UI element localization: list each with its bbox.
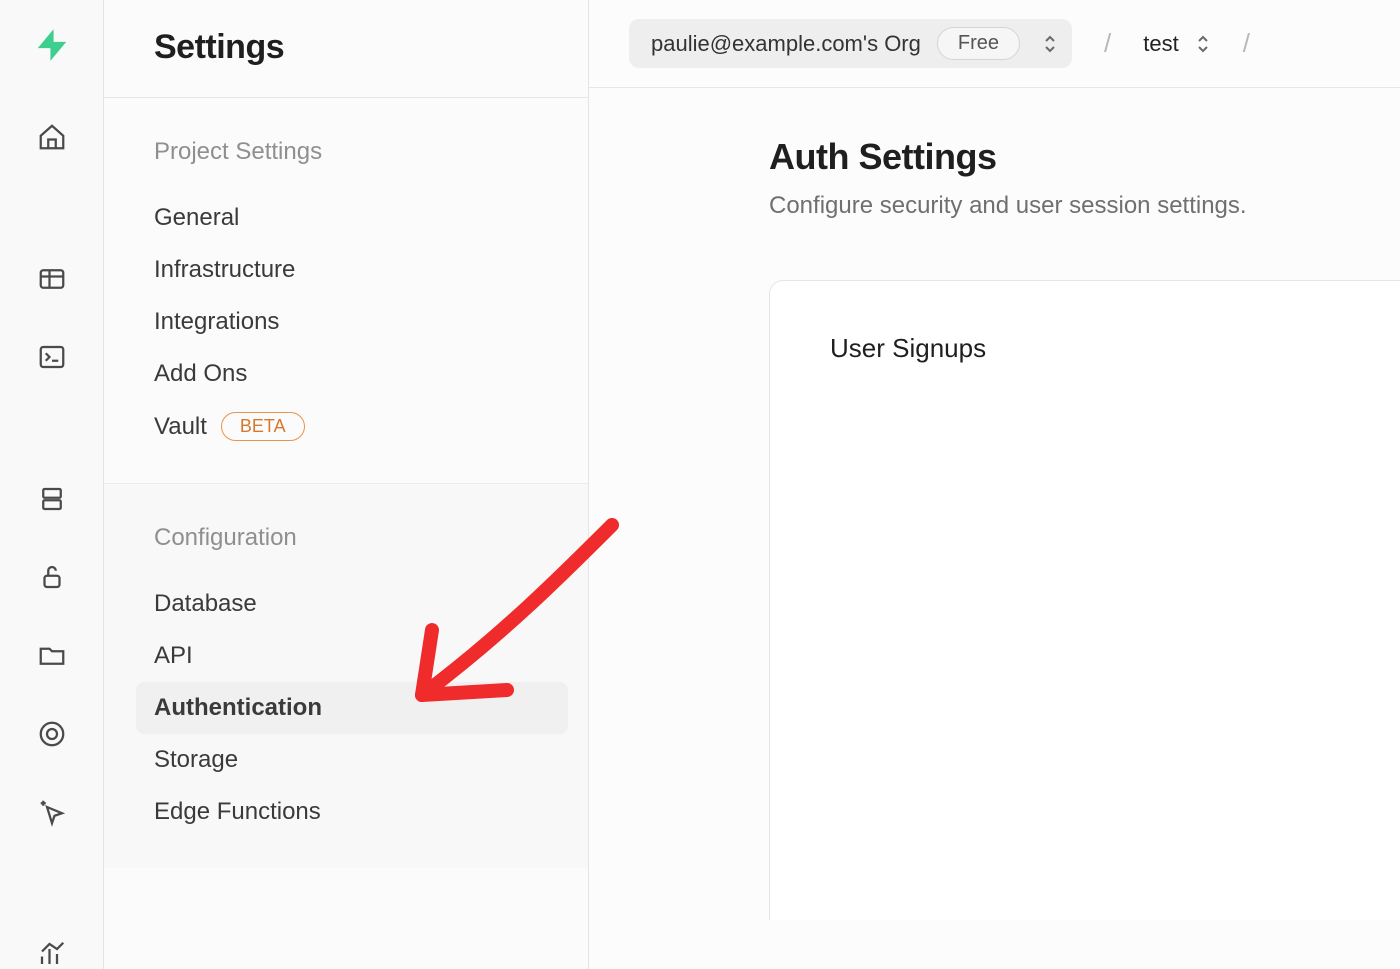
breadcrumb-separator: / (1086, 28, 1129, 59)
section-project-settings: Project Settings General Infrastructure … (104, 98, 588, 483)
topbar: paulie@example.com's Org Free / test / (589, 0, 1400, 88)
nav-integrations[interactable]: Integrations (154, 296, 568, 348)
terminal-icon[interactable] (32, 342, 72, 372)
section-configuration: Configuration Database API Authenticatio… (104, 483, 588, 868)
settings-sidebar: Settings Project Settings General Infras… (104, 0, 589, 969)
plan-badge: Free (937, 27, 1020, 60)
user-signups-card: User Signups (769, 280, 1400, 920)
icon-rail (0, 0, 104, 969)
section-label: Configuration (154, 524, 568, 552)
chart-icon[interactable] (32, 939, 72, 969)
main-area: paulie@example.com's Org Free / test / A… (589, 0, 1400, 969)
database-icon[interactable] (32, 484, 72, 514)
circle-icon[interactable] (32, 719, 72, 749)
nav-edge-functions[interactable]: Edge Functions (154, 786, 568, 838)
chevron-updown-icon (1195, 34, 1211, 54)
nav-vault[interactable]: Vault BETA (154, 400, 568, 453)
beta-badge: BETA (221, 412, 305, 441)
section-label: Project Settings (154, 138, 568, 166)
folder-icon[interactable] (32, 640, 72, 670)
supabase-logo[interactable] (32, 26, 72, 64)
nav-api[interactable]: API (154, 630, 568, 682)
content: Auth Settings Configure security and use… (589, 88, 1400, 969)
nav-addons[interactable]: Add Ons (154, 348, 568, 400)
breadcrumb-separator: / (1225, 28, 1268, 59)
sidebar-header: Settings (104, 0, 588, 98)
nav-infrastructure[interactable]: Infrastructure (154, 244, 568, 296)
project-switcher[interactable]: test (1143, 31, 1210, 57)
card-title: User Signups (770, 281, 1400, 364)
project-name: test (1143, 31, 1178, 57)
home-icon[interactable] (32, 122, 72, 152)
table-icon[interactable] (32, 264, 72, 294)
sidebar-title: Settings (154, 28, 548, 67)
nav-general[interactable]: General (154, 192, 568, 244)
org-name: paulie@example.com's Org (651, 31, 921, 57)
nav-authentication[interactable]: Authentication (136, 682, 568, 734)
page-title: Auth Settings (769, 136, 1400, 178)
nav-storage[interactable]: Storage (154, 734, 568, 786)
cursor-icon[interactable] (32, 797, 72, 827)
lock-icon[interactable] (32, 562, 72, 592)
page-description: Configure security and user session sett… (769, 192, 1400, 220)
chevron-updown-icon (1042, 34, 1058, 54)
org-switcher[interactable]: paulie@example.com's Org Free (629, 19, 1072, 68)
nav-database[interactable]: Database (154, 578, 568, 630)
